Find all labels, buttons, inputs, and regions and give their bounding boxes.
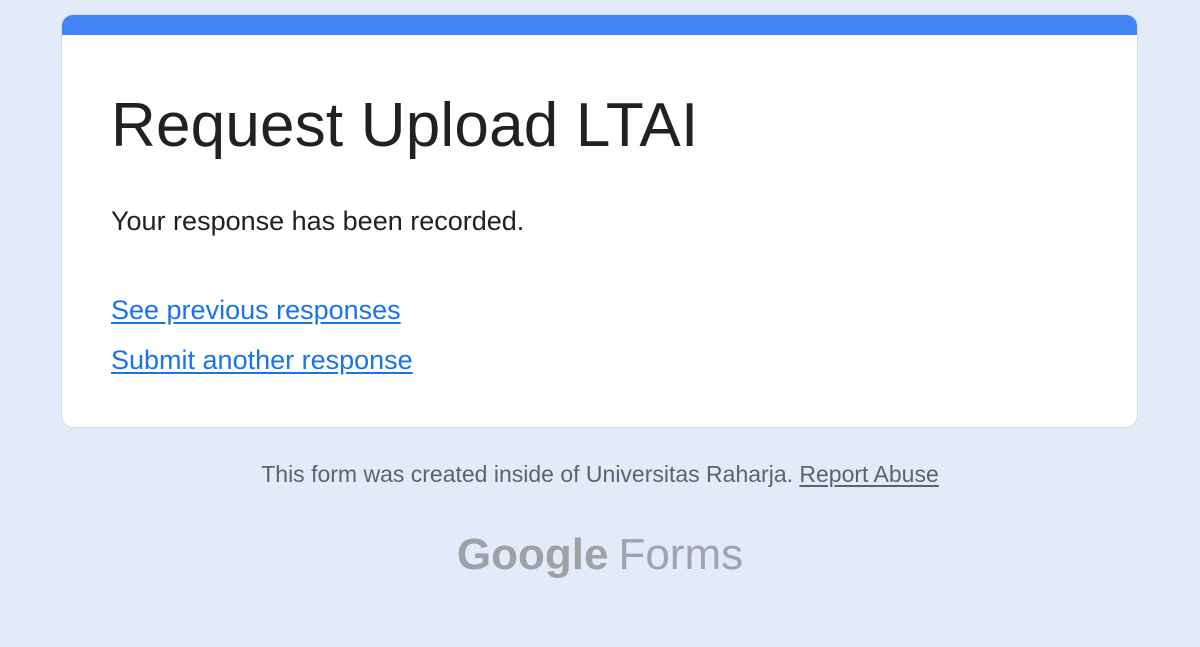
form-response-card: Request Upload LTAI Your response has be… <box>61 14 1138 428</box>
form-accent-bar <box>62 15 1137 35</box>
submit-another-response-link[interactable]: Submit another response <box>111 344 413 376</box>
confirmation-message: Your response has been recorded. <box>111 206 525 236</box>
google-forms-logo[interactable]: Google Forms <box>0 530 1200 580</box>
see-previous-responses-link[interactable]: See previous responses <box>111 294 401 326</box>
footer-notice-text: This form was created inside of Universi… <box>261 461 793 487</box>
footer-notice: This form was created inside of Universi… <box>0 461 1200 488</box>
brand-forms-text: Forms <box>618 530 744 579</box>
form-title: Request Upload LTAI <box>111 91 699 160</box>
brand-google-text: Google <box>456 530 609 579</box>
report-abuse-link[interactable]: Report Abuse <box>799 461 938 487</box>
